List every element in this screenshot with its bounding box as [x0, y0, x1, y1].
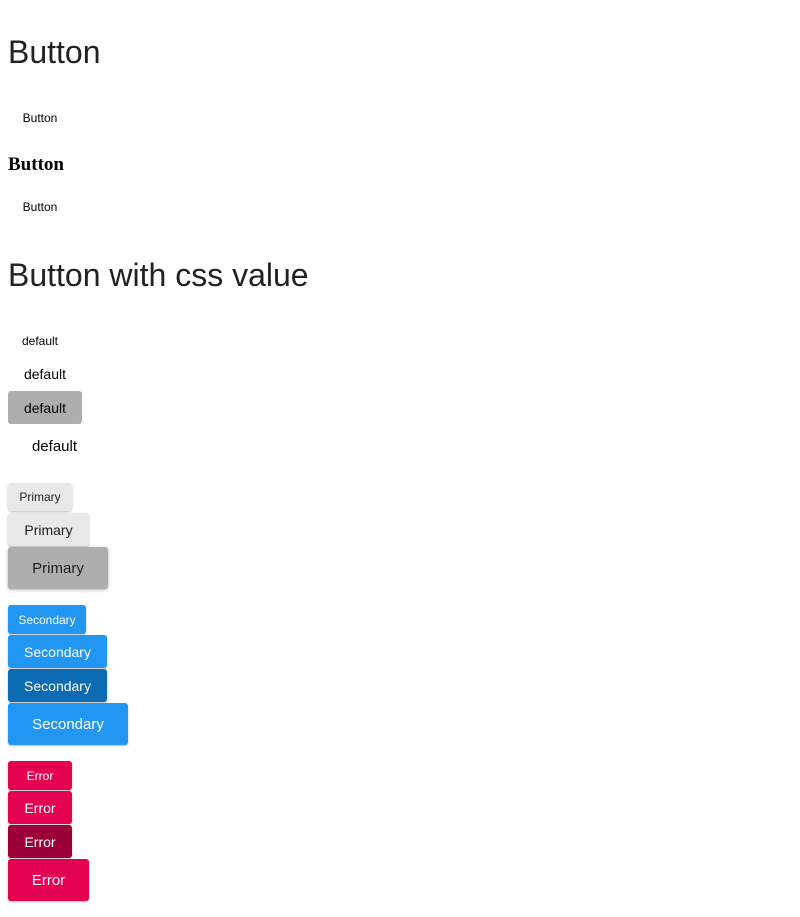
secondary-button-active[interactable]: Secondary [8, 669, 107, 702]
error-button-active[interactable]: Error [8, 825, 72, 858]
default-button-medium[interactable]: default [8, 359, 82, 389]
error-button-large[interactable]: Error [8, 859, 89, 901]
default-button-large[interactable]: default [8, 428, 101, 464]
error-button-small[interactable]: Error [8, 761, 72, 790]
button[interactable]: Button [8, 107, 72, 129]
page: Button Button Button Button Button with … [0, 0, 800, 917]
secondary-button-medium[interactable]: Secondary [8, 635, 107, 668]
primary-button-large[interactable]: Primary [8, 547, 108, 589]
button[interactable]: Button [8, 196, 72, 218]
primary-button-small[interactable]: Primary [8, 483, 72, 511]
secondary-button-large[interactable]: Secondary [8, 703, 128, 745]
section-subtitle: Button [8, 154, 64, 175]
section-title: Button with css value [8, 257, 309, 293]
page-title: Button [8, 34, 101, 70]
default-button-small[interactable]: default [8, 330, 72, 352]
primary-button-medium[interactable]: Primary [8, 513, 89, 546]
error-button-medium[interactable]: Error [8, 791, 72, 824]
default-button-active[interactable]: default [8, 391, 82, 424]
secondary-button-small[interactable]: Secondary [8, 605, 86, 634]
